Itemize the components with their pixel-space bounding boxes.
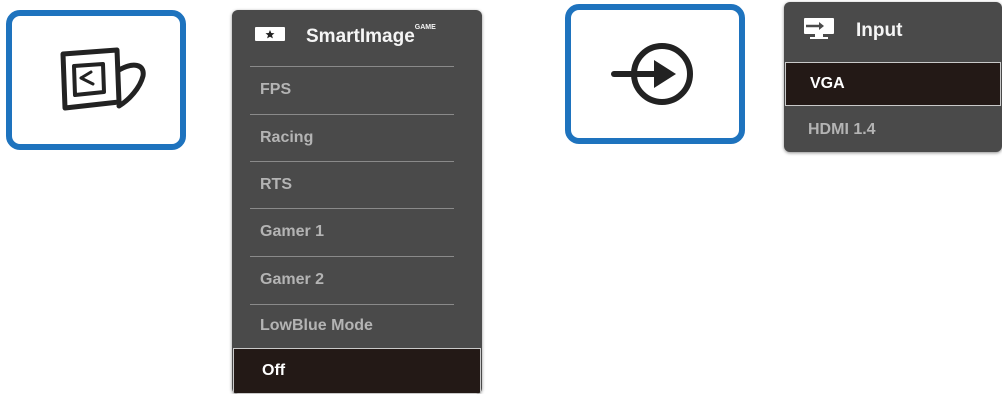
smartimage-item-rts[interactable]: RTS	[232, 161, 482, 208]
monitor-input-icon	[802, 17, 836, 45]
smartimage-menu-title: SmartImageGAME	[306, 24, 436, 47]
smartimage-menu-header: SmartImageGAME	[232, 10, 482, 64]
input-arrow-icon	[611, 43, 693, 105]
input-button[interactable]	[565, 4, 745, 144]
star-icon	[254, 26, 286, 48]
input-menu: Input VGA HDMI 1.4	[784, 2, 1002, 152]
smartimage-item-fps[interactable]: FPS	[232, 66, 482, 114]
smartimage-item-off[interactable]: Off	[233, 348, 481, 394]
smartimage-menu: SmartImageGAME FPS Racing RTS Gamer 1 Ga…	[232, 10, 482, 394]
smartimage-button[interactable]	[6, 10, 186, 150]
smartimage-item-gamer-2[interactable]: Gamer 2	[232, 256, 482, 304]
smartimage-icon	[60, 47, 146, 111]
input-menu-header: Input	[784, 2, 1002, 60]
smartimage-item-lowblue-mode[interactable]: LowBlue Mode	[232, 304, 482, 348]
input-item-vga[interactable]: VGA	[785, 62, 1001, 106]
input-item-hdmi-1-4[interactable]: HDMI 1.4	[784, 108, 1002, 152]
smartimage-title-mark: GAME	[414, 24, 436, 31]
smartimage-item-racing[interactable]: Racing	[232, 114, 482, 161]
smartimage-item-gamer-1[interactable]: Gamer 1	[232, 208, 482, 256]
input-menu-title: Input	[856, 20, 903, 41]
